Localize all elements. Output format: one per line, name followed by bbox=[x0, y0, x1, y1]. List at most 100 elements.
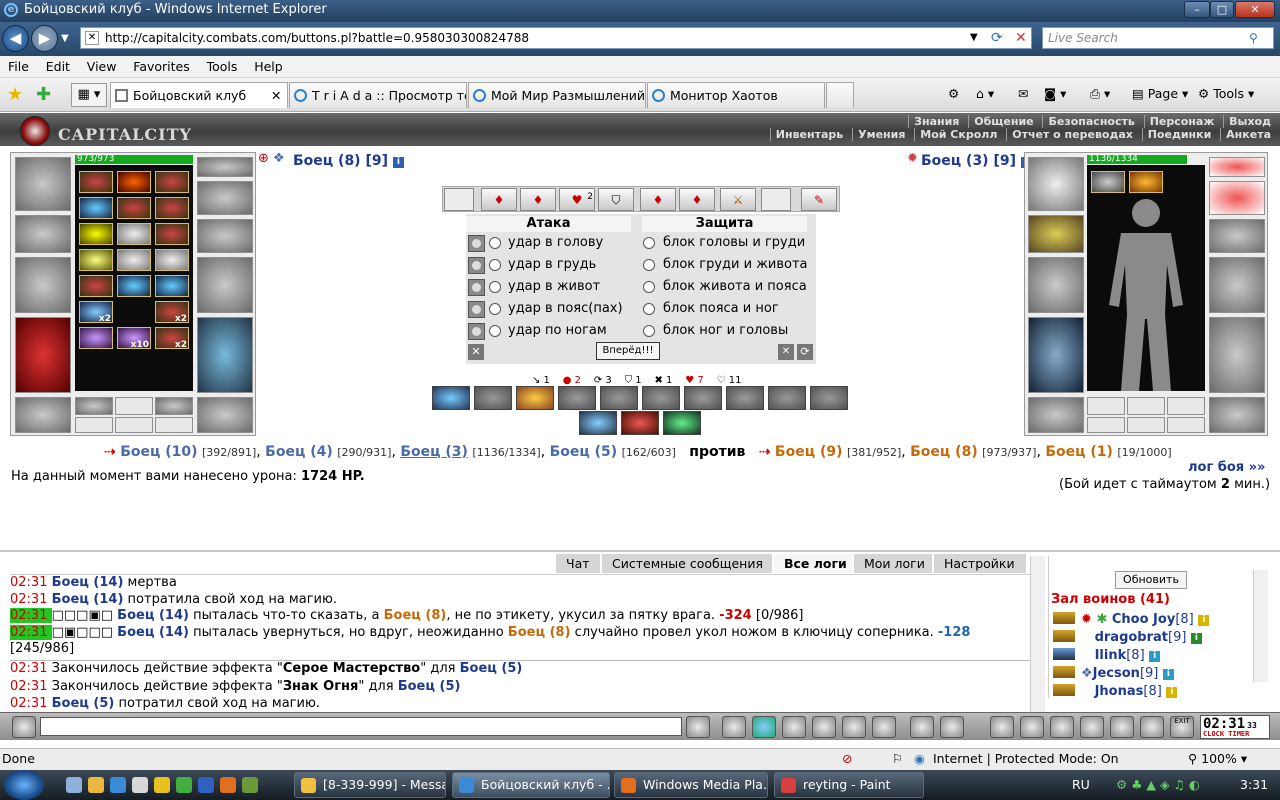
gift-icon[interactable] bbox=[1110, 716, 1134, 738]
empty-slot[interactable] bbox=[155, 417, 193, 433]
app-quicklaunch-icon[interactable] bbox=[154, 777, 170, 793]
left-fighter-name[interactable]: Боец (8) [9] i bbox=[293, 153, 404, 169]
game-logo[interactable]: CAPITALCITY bbox=[20, 115, 192, 146]
team1-fighter[interactable]: Боец (10) bbox=[120, 444, 197, 460]
stop-icon[interactable]: ✕ bbox=[1015, 28, 1027, 48]
info-icon[interactable]: i bbox=[1166, 687, 1178, 698]
translit-icon[interactable] bbox=[842, 716, 866, 738]
chat-timestamp[interactable]: 02:31 bbox=[10, 679, 52, 694]
empty-slot[interactable] bbox=[1087, 397, 1125, 415]
taskbar-item-messenger[interactable]: [8-339-999] - Messa... bbox=[294, 772, 446, 798]
search-input[interactable]: Live Search ⚲ bbox=[1042, 27, 1274, 49]
radio-button[interactable] bbox=[643, 259, 655, 271]
add-favorite-icon[interactable]: ✚ bbox=[36, 84, 51, 105]
inv-item[interactable] bbox=[117, 171, 151, 193]
nav-vykhod[interactable]: Выход bbox=[1223, 115, 1276, 128]
close-window-button[interactable]: ✕ bbox=[1235, 1, 1275, 18]
back-button[interactable]: ◀ bbox=[2, 25, 29, 52]
chat-fighter-name[interactable]: Боец (14) bbox=[52, 592, 124, 607]
ability-slot[interactable] bbox=[600, 386, 638, 410]
address-field[interactable]: ✕ http://capitalcity.combats.com/buttons… bbox=[80, 27, 1032, 49]
info-icon[interactable]: i bbox=[1149, 651, 1161, 662]
defense-option-2[interactable]: блок живота и пояса bbox=[642, 278, 807, 296]
maximize-button[interactable]: □ bbox=[1210, 1, 1234, 18]
forward-button[interactable]: ▶ bbox=[31, 25, 58, 52]
attack-option-belly[interactable]: удар в живот bbox=[468, 278, 600, 296]
card-icon[interactable]: ⚔ bbox=[720, 188, 756, 211]
team1-fighter-target[interactable]: Боец (3) bbox=[400, 444, 468, 460]
inv-item[interactable]: x2 bbox=[79, 301, 113, 324]
radio-button[interactable] bbox=[489, 281, 501, 293]
chat-timestamp[interactable]: 02:31 bbox=[10, 592, 52, 607]
taskbar-item-wmp[interactable]: Windows Media Pla... bbox=[614, 772, 768, 798]
empty-slot[interactable] bbox=[1087, 417, 1125, 433]
new-tab-button[interactable] bbox=[826, 82, 854, 108]
auto-icon[interactable]: ✕ bbox=[778, 344, 794, 360]
read-mail-icon[interactable]: ✉ bbox=[1018, 86, 1028, 101]
attack-option-waist[interactable]: удар в пояс(пах) bbox=[468, 300, 623, 318]
rss-icon[interactable]: ◙ ▾ bbox=[1044, 86, 1066, 101]
inv-item[interactable] bbox=[79, 275, 113, 297]
weapon-left-slot[interactable] bbox=[15, 257, 71, 313]
nav-obshchenie[interactable]: Общение bbox=[968, 115, 1039, 128]
effect-icon[interactable] bbox=[1091, 171, 1125, 193]
address-dropdown-icon[interactable]: ▼ bbox=[970, 28, 978, 48]
gloves-slot[interactable] bbox=[197, 219, 253, 253]
team2-fighter[interactable]: Боец (1) bbox=[1045, 444, 1113, 460]
music-icon[interactable] bbox=[872, 716, 896, 738]
nav-personazh[interactable]: Персонаж bbox=[1143, 115, 1220, 128]
ability-slot[interactable] bbox=[432, 386, 470, 410]
bracer-slot[interactable] bbox=[1028, 215, 1084, 253]
radio-button[interactable] bbox=[489, 237, 501, 249]
amulet-slot[interactable] bbox=[197, 181, 253, 215]
team1-fighter[interactable]: Боец (5) bbox=[550, 444, 618, 460]
chat-scrollbar[interactable] bbox=[1030, 556, 1045, 712]
forward-submit-button[interactable]: Вперёд!!! bbox=[596, 342, 660, 360]
earrings-slot[interactable] bbox=[1209, 157, 1265, 177]
magic-radio[interactable] bbox=[468, 301, 485, 318]
page-menu[interactable]: ▤ Page ▾ bbox=[1132, 86, 1188, 101]
menu-edit[interactable]: Edit bbox=[41, 56, 75, 77]
chat-timestamp[interactable]: 02:31 bbox=[10, 624, 52, 640]
favorites-star-icon[interactable]: ★ bbox=[7, 84, 23, 105]
print-icon[interactable]: ⎙ ▾ bbox=[1090, 86, 1110, 102]
inv-item[interactable] bbox=[79, 171, 113, 193]
app-quicklaunch-icon[interactable] bbox=[242, 777, 258, 793]
zoom-control[interactable]: ⚲ 100% ▾ bbox=[1188, 749, 1247, 769]
menu-file[interactable]: File bbox=[3, 56, 34, 77]
radio-button[interactable] bbox=[643, 237, 655, 249]
scroll-right[interactable] bbox=[761, 188, 791, 211]
empty-slot[interactable] bbox=[75, 417, 113, 433]
minimize-button[interactable]: – bbox=[1184, 1, 1210, 18]
tray-clock[interactable]: 3:31 bbox=[1240, 770, 1268, 800]
tab-settings[interactable]: Настройки bbox=[934, 554, 1026, 573]
nav-poedinki[interactable]: Поединки bbox=[1141, 128, 1217, 141]
empty-slot[interactable] bbox=[1127, 397, 1165, 415]
tab-my-logs[interactable]: Мои логи bbox=[854, 554, 932, 573]
clock-timer[interactable]: 02:31 33 CLOCK TIMER bbox=[1200, 715, 1270, 739]
weapon-right-slot[interactable] bbox=[197, 257, 253, 313]
roster-player[interactable]: dragobrat[9] i bbox=[1053, 630, 1202, 645]
explorer-icon[interactable] bbox=[88, 777, 104, 793]
chat-fighter-name[interactable]: Боец (5) bbox=[52, 696, 115, 711]
inv-item[interactable] bbox=[155, 249, 189, 271]
weapon-right-slot[interactable] bbox=[1209, 257, 1265, 313]
search-icon[interactable]: ⚲ bbox=[1249, 28, 1258, 48]
chat-fighter-name[interactable]: Боец (14) bbox=[52, 575, 124, 590]
radio-button[interactable] bbox=[643, 281, 655, 293]
inv-item[interactable] bbox=[117, 197, 151, 219]
ability-slot[interactable] bbox=[684, 386, 722, 410]
ring-slot[interactable] bbox=[1028, 397, 1084, 433]
boots-slot[interactable] bbox=[197, 397, 253, 433]
chat-input[interactable] bbox=[40, 717, 682, 736]
roster-player[interactable]: ✹ ✱ Choo Joy[8] i bbox=[1053, 612, 1210, 627]
gear-slot[interactable] bbox=[155, 397, 193, 415]
nav-bezopasnost[interactable]: Безопасность bbox=[1042, 115, 1140, 128]
refresh-button[interactable]: Обновить bbox=[1115, 571, 1187, 589]
chat-timestamp[interactable]: 02:31 bbox=[10, 575, 52, 590]
card-icon[interactable]: ♦ bbox=[640, 188, 676, 211]
ring-slot[interactable] bbox=[15, 397, 71, 433]
nav-umeniya[interactable]: Умения bbox=[852, 128, 911, 141]
chat-timestamp[interactable]: 02:31 bbox=[10, 696, 52, 711]
taskbar-item-paint[interactable]: reyting - Paint bbox=[774, 772, 924, 798]
